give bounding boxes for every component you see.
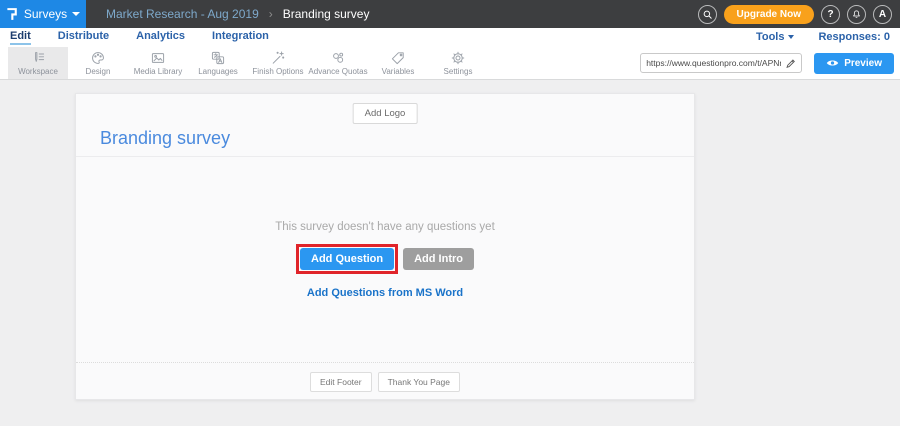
variables-icon — [390, 50, 406, 66]
toolbar-item-label: Workspace — [18, 67, 58, 76]
eye-icon — [826, 58, 839, 68]
tab-integration[interactable]: Integration — [212, 30, 269, 45]
nav-right: Tools Responses: 0 — [756, 31, 890, 44]
media-library-icon — [150, 50, 166, 66]
survey-card-header: Add Logo Branding survey — [76, 94, 694, 157]
survey-card-footer: Edit Footer Thank You Page — [76, 362, 694, 400]
questionpro-logo-icon — [6, 6, 19, 22]
preview-button[interactable]: Preview — [814, 53, 894, 74]
bell-icon — [851, 9, 862, 20]
survey-card: Add Logo Branding survey This survey doe… — [75, 93, 695, 400]
breadcrumb-folder[interactable]: Market Research - Aug 2019 — [106, 7, 259, 21]
avatar[interactable]: A — [873, 5, 892, 24]
workspace-content: Add Logo Branding survey This survey doe… — [0, 80, 900, 426]
top-bar: Surveys Market Research - Aug 2019 › Bra… — [0, 0, 900, 28]
tab-analytics[interactable]: Analytics — [136, 30, 185, 45]
survey-nav: Edit Distribute Analytics Integration To… — [0, 28, 900, 47]
toolbar-item-media-library[interactable]: Media Library — [128, 47, 188, 79]
edit-footer-button[interactable]: Edit Footer — [310, 372, 372, 392]
tools-menu-label: Tools — [756, 31, 785, 43]
empty-survey-message: This survey doesn't have any questions y… — [76, 157, 694, 233]
pencil-icon — [785, 58, 796, 69]
breadcrumb-separator: › — [269, 7, 273, 21]
toolbar-item-advance-quotas[interactable]: Advance Quotas — [308, 47, 368, 79]
surveys-menu-label: Surveys — [24, 7, 67, 21]
survey-url-box — [640, 53, 802, 73]
toolbar-item-label: Design — [86, 67, 111, 76]
topbar-actions: Upgrade Now ? A — [698, 0, 900, 28]
toolbar-item-design[interactable]: Design — [68, 47, 128, 79]
add-intro-button[interactable]: Add Intro — [403, 248, 474, 270]
toolbar-item-settings[interactable]: Settings — [428, 47, 488, 79]
search-button[interactable] — [698, 5, 717, 24]
edit-url-button[interactable] — [785, 58, 796, 69]
toolbar-item-label: Finish Options — [252, 67, 303, 76]
toolbar-item-label: Settings — [444, 67, 473, 76]
toolbar-item-workspace[interactable]: Workspace — [8, 47, 68, 79]
add-questions-from-ms-word-link[interactable]: Add Questions from MS Word — [307, 287, 463, 299]
upgrade-now-button[interactable]: Upgrade Now — [724, 5, 814, 24]
design-icon — [90, 50, 106, 66]
search-icon — [702, 9, 713, 20]
toolbar-right: Preview — [640, 47, 900, 79]
add-buttons-row: Add Question Add Intro — [76, 244, 694, 274]
caret-down-icon — [788, 35, 794, 39]
survey-card-body: This survey doesn't have any questions y… — [76, 157, 694, 362]
languages-icon — [210, 50, 226, 66]
help-button[interactable]: ? — [821, 5, 840, 24]
preview-button-label: Preview — [844, 58, 882, 69]
toolbar-item-label: Variables — [382, 67, 415, 76]
responses-count[interactable]: Responses: 0 — [818, 31, 890, 44]
toolbar-item-finish-options[interactable]: Finish Options — [248, 47, 308, 79]
edit-toolbar: Workspace Design Media Library Languages… — [0, 47, 900, 80]
toolbar-item-languages[interactable]: Languages — [188, 47, 248, 79]
breadcrumb-survey-name: Branding survey — [283, 7, 370, 21]
advance-quotas-icon — [330, 50, 346, 66]
tools-menu[interactable]: Tools — [756, 31, 795, 44]
add-logo-button[interactable]: Add Logo — [353, 103, 418, 124]
toolbar-item-label: Advance Quotas — [308, 67, 367, 76]
tab-distribute[interactable]: Distribute — [58, 30, 109, 45]
settings-icon — [450, 50, 466, 66]
add-question-button[interactable]: Add Question — [300, 248, 394, 270]
thank-you-page-button[interactable]: Thank You Page — [378, 372, 460, 392]
toolbar-item-variables[interactable]: Variables — [368, 47, 428, 79]
surveys-menu[interactable]: Surveys — [0, 0, 86, 28]
toolbar-item-label: Languages — [198, 67, 238, 76]
notifications-button[interactable] — [847, 5, 866, 24]
tab-edit[interactable]: Edit — [10, 30, 31, 45]
survey-url-input[interactable] — [646, 58, 781, 68]
breadcrumb: Market Research - Aug 2019 › Branding su… — [106, 0, 369, 28]
finish-options-icon — [270, 50, 286, 66]
questionpro-app: Surveys Market Research - Aug 2019 › Bra… — [0, 0, 900, 426]
workspace-icon — [30, 50, 46, 66]
highlight-annotation: Add Question — [296, 244, 398, 274]
survey-title[interactable]: Branding survey — [100, 128, 230, 149]
toolbar-item-label: Media Library — [134, 67, 182, 76]
nav-links: Edit Distribute Analytics Integration — [10, 30, 269, 45]
caret-down-icon — [72, 12, 80, 16]
